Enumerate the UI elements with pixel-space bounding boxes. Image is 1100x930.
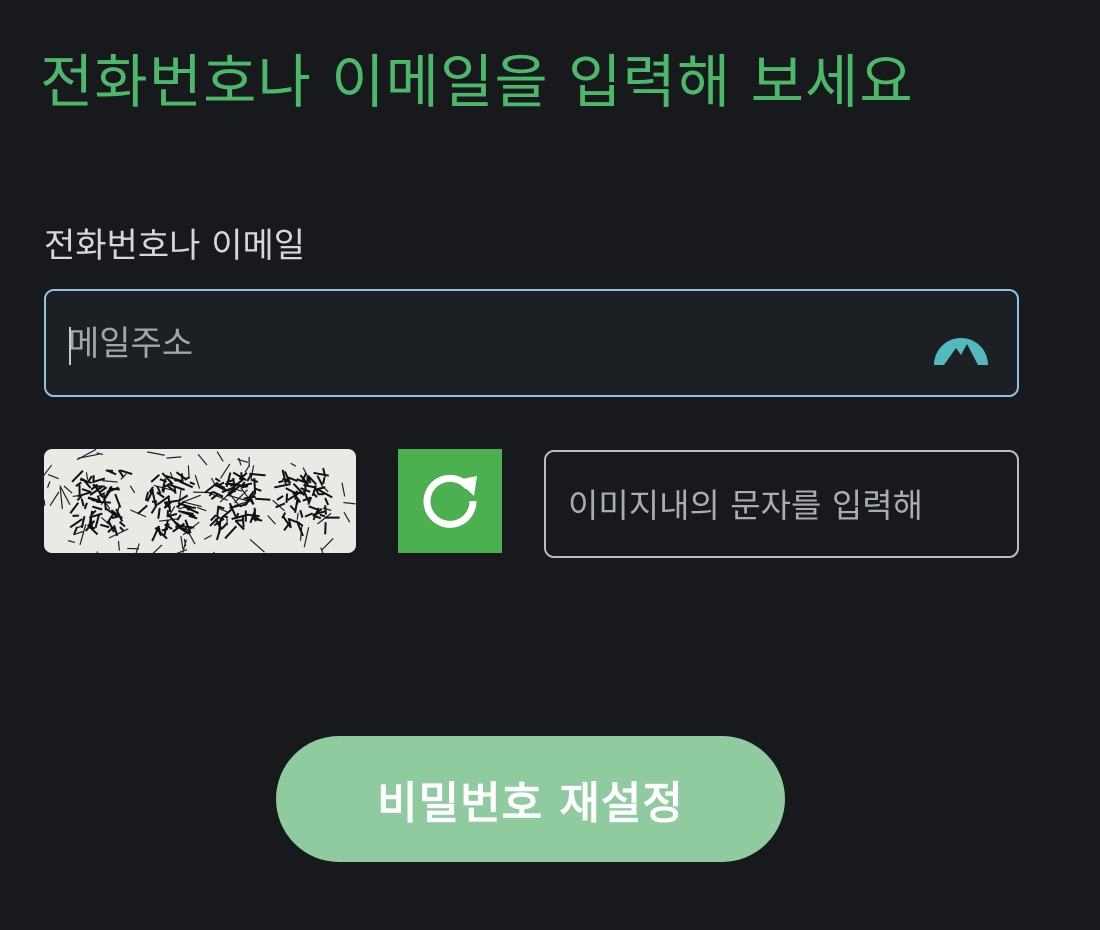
- id-field-container[interactable]: [44, 289, 1019, 397]
- captcha-image: [44, 449, 356, 553]
- captcha-refresh-button[interactable]: [398, 449, 502, 553]
- text-caret: [69, 327, 71, 365]
- phone-or-email-input[interactable]: [68, 317, 918, 371]
- page-title: 전화번호나 이메일을 입력해 보세요: [40, 48, 914, 116]
- captcha-input[interactable]: [568, 478, 998, 532]
- id-field-label: 전화번호나 이메일: [44, 226, 306, 266]
- captcha-field-container[interactable]: [544, 450, 1019, 558]
- refresh-icon: [423, 474, 477, 528]
- password-reset-page: 전화번호나 이메일을 입력해 보세요 전화번호나 이메일 비밀번호 재설정: [0, 0, 1100, 930]
- captcha-noise-drawing: [44, 449, 356, 553]
- reset-password-button[interactable]: 비밀번호 재설정: [276, 736, 785, 862]
- password-manager-icon[interactable]: [934, 329, 988, 365]
